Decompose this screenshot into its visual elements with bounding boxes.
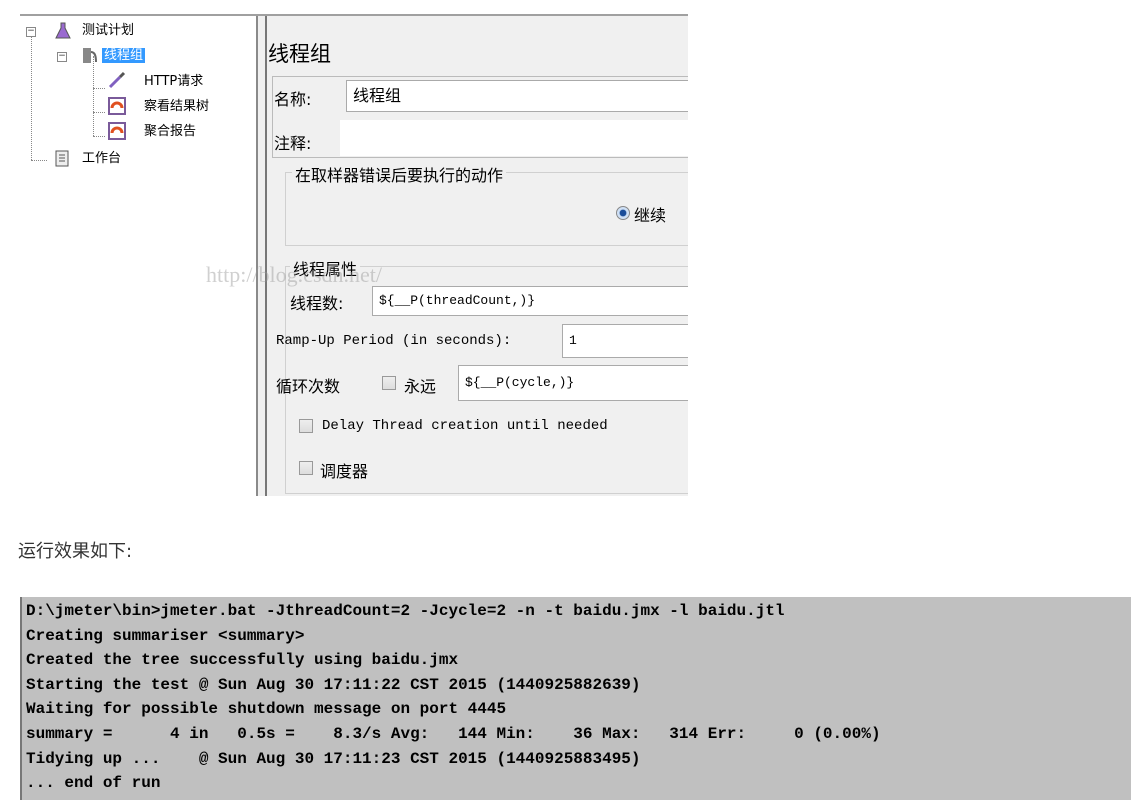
rampup-label: Ramp-Up Period (in seconds): [276,333,512,349]
http-sampler-pipette-icon [108,71,126,89]
delay-thread-label: Delay Thread creation until needed [322,418,608,434]
loop-count-input[interactable]: ${__P(cycle,)} [458,365,688,401]
continue-radio-label: 继续 [634,206,667,225]
tree-item-workbench[interactable]: 工作台 [82,150,121,168]
thread-group-icon [83,48,97,63]
scheduler-label: 调度器 [320,462,369,481]
console-line: Waiting for possible shutdown message on… [26,700,507,719]
tree-line [93,136,105,137]
forever-label: 永远 [404,377,437,396]
tree-line [31,32,32,160]
page-title: 线程组 [268,42,331,66]
scheduler-checkbox[interactable] [299,461,313,475]
console-line: Tidying up ... @ Sun Aug 30 17:11:23 CST… [26,749,641,768]
caption: 运行效果如下: [18,541,133,562]
console-line: Creating summariser <summary> [26,626,305,645]
forever-checkbox[interactable] [382,376,396,390]
name-input[interactable]: 线程组 [346,80,688,112]
splitter[interactable] [258,16,267,496]
console-line: summary = 4 in 0.5s = 8.3/s Avg: 144 Min… [26,724,881,743]
jmeter-screenshot: − 测试计划 − 线程组 HTTP请求 察看结果树 聚合报告 工作台 线程组 名… [20,14,688,496]
collapse-toggle-icon[interactable]: − [26,27,36,37]
tree-item-test-plan[interactable]: 测试计划 [82,22,134,40]
comment-label: 注释: [274,134,312,153]
error-action-group-title: 在取样器错误后要执行的动作 [292,162,507,186]
tree-item-http-request[interactable]: HTTP请求 [144,73,203,91]
tree-item-aggregate-report[interactable]: 聚合报告 [144,123,196,141]
tree-item-label: 线程组 [102,48,146,63]
tree-line [93,56,94,136]
watermark: http://blog.csdn.net/ [206,262,382,287]
console-line: Starting the test @ Sun Aug 30 17:11:22 … [26,675,641,694]
tree-line [31,160,47,161]
thread-count-label: 线程数: [290,294,344,313]
console-line: Created the tree successfully using baid… [26,651,459,670]
name-label: 名称: [274,90,312,109]
tree-line [93,112,105,113]
listener-chart-icon [108,122,126,140]
continue-radio[interactable] [616,206,630,220]
comment-input[interactable] [340,120,688,156]
test-plan-flask-icon [55,22,71,39]
test-plan-tree: − 测试计划 − 线程组 HTTP请求 察看结果树 聚合报告 工作台 [20,16,258,496]
loop-count-label: 循环次数 [276,377,341,396]
tree-item-view-results-tree[interactable]: 察看结果树 [144,98,209,116]
tree-item-thread-group[interactable]: 线程组 [102,47,146,65]
thread-count-input[interactable]: ${__P(threadCount,)} [372,286,688,316]
tree-line [93,88,105,89]
collapse-toggle-icon[interactable]: − [57,52,67,62]
rampup-input[interactable]: 1 [562,324,688,358]
delay-thread-checkbox[interactable] [299,419,313,433]
console-line: ... end of run [26,774,161,793]
workbench-clipboard-icon [55,150,69,167]
console-output: D:\jmeter\bin>jmeter.bat -JthreadCount=2… [20,597,1131,800]
console-line: D:\jmeter\bin>jmeter.bat -JthreadCount=2… [26,602,785,620]
listener-chart-icon [108,97,126,115]
